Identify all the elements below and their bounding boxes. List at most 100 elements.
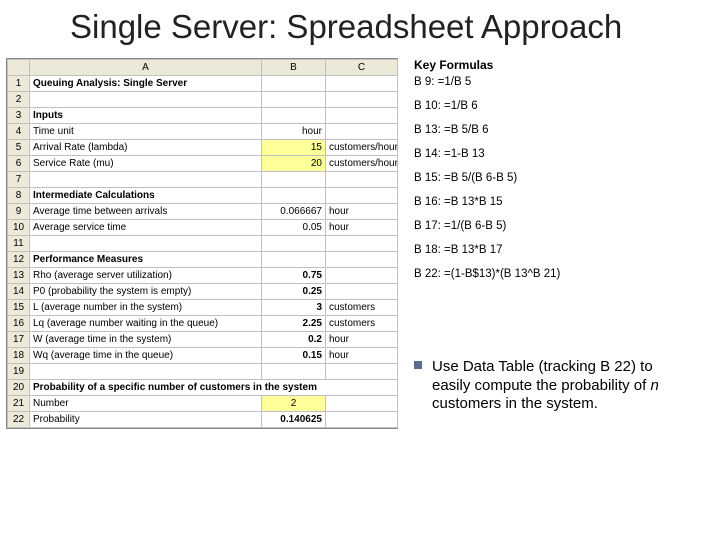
cell-A: Number: [30, 395, 262, 411]
cell-A: Average time between arrivals: [30, 203, 262, 219]
cell-C: customers: [326, 315, 398, 331]
table-row: 12Performance Measures: [8, 251, 398, 267]
cell-B: 3: [262, 299, 326, 315]
cell-C: [326, 363, 398, 379]
table-row: 16Lq (average number waiting in the queu…: [8, 315, 398, 331]
cell-C: hour: [326, 331, 398, 347]
cell-B: 0.066667: [262, 203, 326, 219]
cell-B: [262, 251, 326, 267]
cell-A: Average service time: [30, 219, 262, 235]
cell-B: 2: [262, 395, 326, 411]
cell-B: [262, 107, 326, 123]
table-row: 1Queuing Analysis: Single Server: [8, 75, 398, 91]
row-header: 22: [8, 411, 30, 427]
key-formulas-title: Key Formulas: [414, 58, 704, 72]
formula-line: B 22: =(1-B$13)*(B 13^B 21): [414, 268, 704, 280]
table-row: 22Probability0.140625: [8, 411, 398, 427]
spreadsheet: A B C 1Queuing Analysis: Single Server23…: [6, 58, 398, 429]
table-row: 21Number2: [8, 395, 398, 411]
cell-B: 2.25: [262, 315, 326, 331]
cell-C: hour: [326, 219, 398, 235]
row-header: 4: [8, 123, 30, 139]
cell-B: [262, 91, 326, 107]
footnote-n: n: [650, 377, 658, 394]
row-header: 17: [8, 331, 30, 347]
cell-B: [262, 363, 326, 379]
cell-C: [326, 235, 398, 251]
cell-A: [30, 363, 262, 379]
cell-A: Queuing Analysis: Single Server: [30, 75, 262, 91]
col-header-A: A: [30, 59, 262, 75]
cell-C: [326, 91, 398, 107]
page-title: Single Server: Spreadsheet Approach: [70, 8, 720, 46]
cell-C: [326, 283, 398, 299]
row-header: 2: [8, 91, 30, 107]
cell-B: 0.25: [262, 283, 326, 299]
cell-B: 0.75: [262, 267, 326, 283]
table-row: 13Rho (average server utilization)0.75: [8, 267, 398, 283]
bullet-icon: [414, 361, 422, 369]
row-header: 18: [8, 347, 30, 363]
formula-line: B 15: =B 5/(B 6-B 5): [414, 172, 704, 184]
table-row: 19: [8, 363, 398, 379]
cell-A: Arrival Rate (lambda): [30, 139, 262, 155]
cell-A: Intermediate Calculations: [30, 187, 262, 203]
row-header: 20: [8, 379, 30, 395]
table-row: 5Arrival Rate (lambda)15customers/hour: [8, 139, 398, 155]
cell-B: 0.2: [262, 331, 326, 347]
cell-A: Wq (average time in the queue): [30, 347, 262, 363]
cell-C: [326, 267, 398, 283]
formula-line: B 14: =1-B 13: [414, 148, 704, 160]
row-header: 7: [8, 171, 30, 187]
cell-B: hour: [262, 123, 326, 139]
cell-C: [326, 187, 398, 203]
footnote: Use Data Table (tracking B 22) to easily…: [414, 358, 706, 414]
formula-line: B 18: =B 13*B 17: [414, 244, 704, 256]
col-header-B: B: [262, 59, 326, 75]
table-row: 20Probability of a specific number of cu…: [8, 379, 398, 395]
table-row: 7: [8, 171, 398, 187]
cell-A: P0 (probability the system is empty): [30, 283, 262, 299]
cell-B: [262, 75, 326, 91]
row-header: 10: [8, 219, 30, 235]
cell-C: [326, 411, 398, 427]
table-row: 18Wq (average time in the queue)0.15hour: [8, 347, 398, 363]
row-header: 13: [8, 267, 30, 283]
table-row: 8Intermediate Calculations: [8, 187, 398, 203]
table-row: 10Average service time0.05hour: [8, 219, 398, 235]
cell-A: W (average time in the system): [30, 331, 262, 347]
table-row: 9Average time between arrivals0.066667ho…: [8, 203, 398, 219]
row-header: 16: [8, 315, 30, 331]
cell-C: [326, 107, 398, 123]
row-header: 1: [8, 75, 30, 91]
row-header: 14: [8, 283, 30, 299]
cell-B: 15: [262, 139, 326, 155]
cell-B: 20: [262, 155, 326, 171]
table-row: 2: [8, 91, 398, 107]
cell-C: customers/hour: [326, 155, 398, 171]
column-header-row: A B C: [8, 59, 398, 75]
cell-A: Probability of a specific number of cust…: [30, 379, 398, 395]
row-header: 19: [8, 363, 30, 379]
cell-A: Lq (average number waiting in the queue): [30, 315, 262, 331]
cell-A: [30, 235, 262, 251]
cell-A: [30, 91, 262, 107]
cell-B: [262, 171, 326, 187]
formula-line: B 17: =1/(B 6-B 5): [414, 220, 704, 232]
table-row: 4Time unithour: [8, 123, 398, 139]
cell-C: [326, 123, 398, 139]
row-header: 21: [8, 395, 30, 411]
cell-B: [262, 187, 326, 203]
footnote-text-post: customers in the system.: [432, 395, 598, 412]
col-header-C: C: [326, 59, 398, 75]
cell-C: hour: [326, 203, 398, 219]
row-header: 9: [8, 203, 30, 219]
formula-line: B 9: =1/B 5: [414, 76, 704, 88]
cell-C: [326, 171, 398, 187]
cell-C: customers/hour: [326, 139, 398, 155]
row-header: 12: [8, 251, 30, 267]
formula-line: B 13: =B 5/B 6: [414, 124, 704, 136]
table-row: 11: [8, 235, 398, 251]
cell-C: customers: [326, 299, 398, 315]
row-header: 3: [8, 107, 30, 123]
